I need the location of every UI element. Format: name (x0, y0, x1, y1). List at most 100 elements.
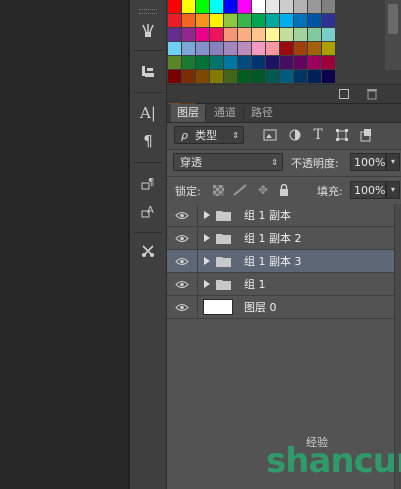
color-swatch[interactable] (168, 56, 181, 69)
color-swatch[interactable] (168, 14, 181, 27)
color-swatch[interactable] (238, 70, 251, 83)
tool-presets-icon[interactable] (135, 240, 161, 262)
brush-settings-icon[interactable] (135, 20, 161, 42)
color-swatch[interactable] (224, 70, 237, 83)
color-swatch[interactable] (196, 28, 209, 41)
color-swatch[interactable] (322, 0, 335, 13)
color-swatch[interactable] (266, 28, 279, 41)
color-swatch[interactable] (182, 70, 195, 83)
adjustment-filter-icon[interactable] (287, 126, 303, 144)
color-swatch[interactable] (252, 28, 265, 41)
swatches-scrollbar[interactable] (385, 0, 401, 70)
color-swatch[interactable] (210, 0, 223, 13)
color-swatch[interactable] (308, 56, 321, 69)
opacity-input[interactable]: 100% (350, 153, 386, 171)
color-swatch[interactable] (210, 70, 223, 83)
color-swatch[interactable] (322, 42, 335, 55)
color-swatch[interactable] (196, 14, 209, 27)
color-swatch[interactable] (266, 14, 279, 27)
panel-grip[interactable] (139, 9, 157, 14)
color-swatch[interactable] (294, 0, 307, 13)
color-swatch[interactable] (196, 70, 209, 83)
layer-row-group-1-copy-2[interactable]: 组 1 副本 2 (167, 227, 394, 250)
color-swatch[interactable] (280, 56, 293, 69)
tab-paths[interactable]: 路径 (245, 104, 279, 122)
color-swatch[interactable] (168, 0, 181, 13)
filter-kind-select[interactable]: ρ 类型 ⇕ (174, 126, 244, 144)
color-swatch[interactable] (210, 42, 223, 55)
color-swatch[interactable] (252, 0, 265, 13)
smart-object-filter-icon[interactable] (358, 126, 374, 144)
color-swatch[interactable] (168, 28, 181, 41)
color-swatch[interactable] (252, 70, 265, 83)
color-swatch[interactable] (280, 70, 293, 83)
pixel-filter-icon[interactable] (262, 126, 278, 144)
fill-input[interactable]: 100% (350, 181, 386, 199)
color-swatch[interactable] (196, 42, 209, 55)
color-swatch[interactable] (322, 14, 335, 27)
color-swatch[interactable] (224, 42, 237, 55)
color-swatch[interactable] (322, 56, 335, 69)
color-swatch[interactable] (294, 70, 307, 83)
color-swatch[interactable] (210, 28, 223, 41)
color-swatch[interactable] (238, 28, 251, 41)
visibility-eye-icon[interactable] (167, 227, 198, 249)
layer-row-group-1[interactable]: 组 1 (167, 273, 394, 296)
color-swatch[interactable] (224, 28, 237, 41)
character-icon[interactable]: A| (135, 102, 161, 124)
color-swatch[interactable] (238, 42, 251, 55)
opacity-dropdown[interactable]: ▾ (386, 153, 400, 171)
lock-transparent-icon[interactable] (211, 183, 225, 197)
color-swatch[interactable] (322, 28, 335, 41)
layer-row-group-1-copy-3[interactable]: 组 1 副本 3 (167, 250, 394, 273)
color-swatch[interactable] (266, 70, 279, 83)
color-swatch[interactable] (308, 70, 321, 83)
visibility-eye-icon[interactable] (167, 296, 198, 318)
color-swatch[interactable] (182, 28, 195, 41)
color-swatch[interactable] (196, 56, 209, 69)
blend-mode-select[interactable]: 穿透 ⇕ (173, 153, 283, 171)
color-swatch[interactable] (266, 56, 279, 69)
color-swatch[interactable] (280, 14, 293, 27)
color-swatch[interactable] (322, 70, 335, 83)
layer-row-group-1-copy[interactable]: 组 1 副本 (167, 204, 394, 227)
color-swatch[interactable] (224, 0, 237, 13)
color-swatch[interactable] (280, 28, 293, 41)
fill-dropdown[interactable]: ▾ (386, 181, 400, 199)
expand-triangle-icon[interactable] (204, 211, 210, 219)
color-swatch[interactable] (238, 56, 251, 69)
color-swatch[interactable] (238, 0, 251, 13)
lock-position-icon[interactable]: ✥ (256, 183, 270, 197)
visibility-eye-icon[interactable] (167, 273, 198, 295)
character-styles-icon[interactable]: A (135, 200, 161, 222)
color-swatch[interactable] (308, 42, 321, 55)
color-swatch[interactable] (308, 28, 321, 41)
scrollbar-thumb[interactable] (388, 4, 398, 34)
color-swatch[interactable] (280, 0, 293, 13)
tab-layers[interactable]: 图层 (171, 104, 205, 122)
color-swatch[interactable] (224, 14, 237, 27)
color-swatch[interactable] (182, 56, 195, 69)
lock-image-icon[interactable] (233, 183, 247, 197)
color-swatch[interactable] (210, 56, 223, 69)
color-swatch[interactable] (280, 42, 293, 55)
paragraph-icon[interactable]: ¶ (135, 130, 161, 152)
paragraph-styles-icon[interactable]: ¶ (135, 172, 161, 194)
color-swatch[interactable] (294, 42, 307, 55)
color-swatch[interactable] (182, 42, 195, 55)
color-swatch[interactable] (294, 28, 307, 41)
expand-triangle-icon[interactable] (204, 280, 210, 288)
trash-icon[interactable] (367, 88, 377, 100)
shape-filter-icon[interactable] (334, 126, 350, 144)
expand-triangle-icon[interactable] (204, 234, 210, 242)
color-swatch[interactable] (196, 0, 209, 13)
color-swatch[interactable] (182, 14, 195, 27)
layer-row-layer-0[interactable]: 图层 0 (167, 296, 394, 319)
new-swatch-icon[interactable] (339, 89, 349, 99)
color-swatch[interactable] (168, 70, 181, 83)
color-swatch[interactable] (182, 0, 195, 13)
tab-channels[interactable]: 通道 (208, 104, 242, 122)
visibility-eye-icon[interactable] (167, 250, 198, 272)
color-swatch[interactable] (294, 56, 307, 69)
color-swatch[interactable] (308, 0, 321, 13)
